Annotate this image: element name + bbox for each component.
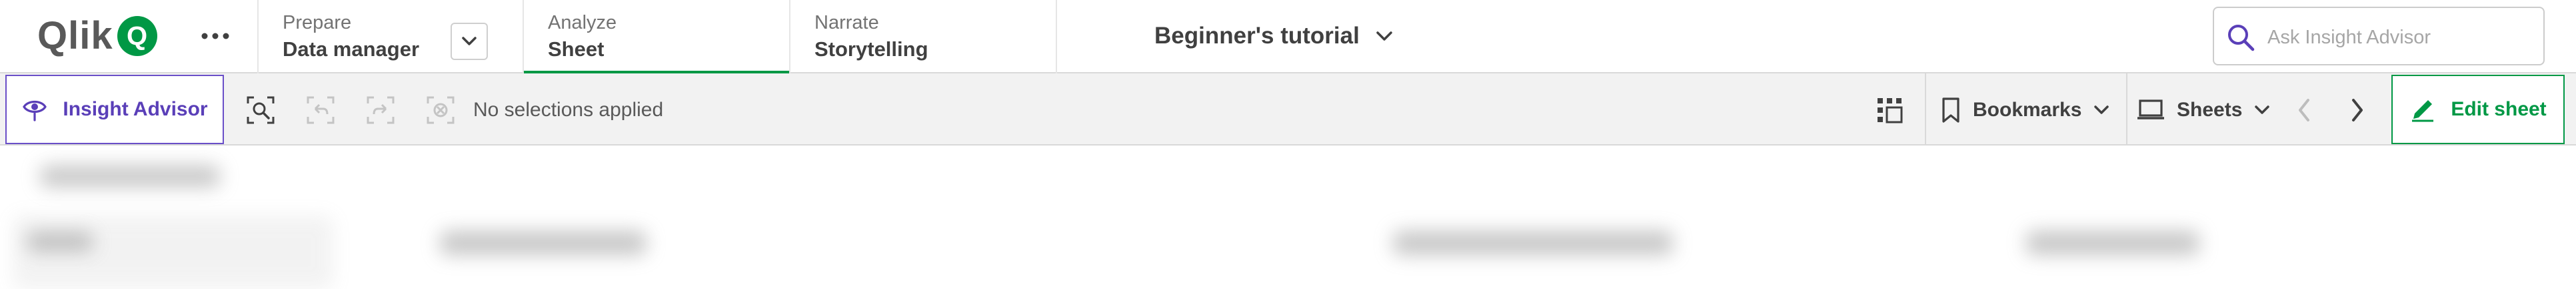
chevron-down-icon	[1376, 31, 1392, 41]
tab-prepare-label: Data manager	[283, 37, 420, 61]
previous-sheet-button[interactable]	[2287, 93, 2321, 127]
blurred-filter-pane	[13, 216, 333, 289]
tab-narrate-label: Storytelling	[814, 37, 928, 61]
step-forward-icon	[367, 96, 395, 124]
bookmark-icon	[1942, 97, 1959, 123]
clear-selections-icon	[427, 96, 455, 124]
logo-mark-letter: Q	[127, 21, 148, 51]
tab-narrate-small-label: Narrate	[814, 12, 879, 33]
insight-advisor-button[interactable]: Insight Advisor	[5, 75, 224, 144]
selection-toolbar: Insight Advisor No selections applied Bo…	[0, 73, 2576, 146]
tab-prepare-small-label: Prepare	[283, 12, 352, 33]
top-navigation-bar: Qlik Q Prepare Data manager Analyze Shee…	[0, 0, 2576, 75]
grid-icon	[1878, 98, 1903, 123]
app-title-dropdown[interactable]: Beginner's tutorial	[1154, 20, 1393, 52]
pencil-icon	[2412, 100, 2434, 122]
tab-analyze-small-label: Analyze	[548, 12, 617, 33]
next-sheet-button[interactable]	[2341, 93, 2374, 127]
sheet-canvas	[0, 146, 2576, 289]
chevron-down-icon	[2094, 105, 2109, 114]
step-back-button[interactable]	[304, 93, 337, 127]
chevron-down-icon	[2255, 105, 2270, 114]
tab-analyze-label: Sheet	[548, 37, 605, 61]
qlik-logo[interactable]: Qlik Q	[37, 15, 157, 57]
blurred-sheet-title	[40, 166, 220, 187]
smart-search-icon	[247, 96, 275, 124]
prepare-dropdown-button[interactable]	[451, 23, 488, 60]
toolbar-divider	[1925, 73, 1926, 144]
chevron-down-icon	[462, 37, 477, 45]
sheets-label: Sheets	[2177, 99, 2243, 121]
more-menu-button[interactable]	[197, 24, 233, 48]
clear-selections-button[interactable]	[424, 93, 457, 127]
tab-analyze[interactable]: Analyze Sheet	[523, 0, 789, 75]
tab-divider	[1056, 0, 1057, 73]
search-input[interactable]	[2267, 23, 2534, 52]
app-title: Beginner's tutorial	[1154, 23, 1360, 49]
blurred-kpi-label	[2026, 231, 2199, 255]
sheets-button[interactable]: Sheets	[2137, 93, 2270, 127]
tab-prepare[interactable]: Prepare Data manager	[257, 0, 523, 73]
eye-icon	[23, 100, 47, 121]
grid-view-button[interactable]	[1873, 93, 1906, 127]
chevron-right-icon	[2352, 99, 2363, 121]
search-icon	[2228, 25, 2255, 51]
edit-sheet-button[interactable]: Edit sheet	[2391, 75, 2565, 144]
blurred-kpi-label	[1393, 231, 1673, 255]
bookmarks-button[interactable]: Bookmarks	[1941, 93, 2109, 127]
step-back-icon	[307, 96, 335, 124]
tab-narrate[interactable]: Narrate Storytelling	[789, 0, 1056, 73]
edit-sheet-label: Edit sheet	[2451, 98, 2547, 120]
chevron-left-icon	[2299, 99, 2309, 121]
step-forward-button[interactable]	[364, 93, 397, 127]
insight-advisor-label: Insight Advisor	[63, 98, 208, 120]
selection-status: No selections applied	[473, 99, 664, 121]
toolbar-divider	[2126, 73, 2127, 144]
smart-search-button[interactable]	[244, 93, 277, 127]
bookmarks-label: Bookmarks	[1973, 99, 2082, 121]
blurred-kpi-label	[440, 231, 646, 255]
insight-advisor-search[interactable]	[2213, 7, 2545, 65]
logo-mark: Q	[117, 16, 157, 56]
more-horizontal-icon	[201, 33, 229, 39]
logo-text: Qlik	[37, 14, 113, 57]
sheets-icon	[2137, 99, 2164, 119]
